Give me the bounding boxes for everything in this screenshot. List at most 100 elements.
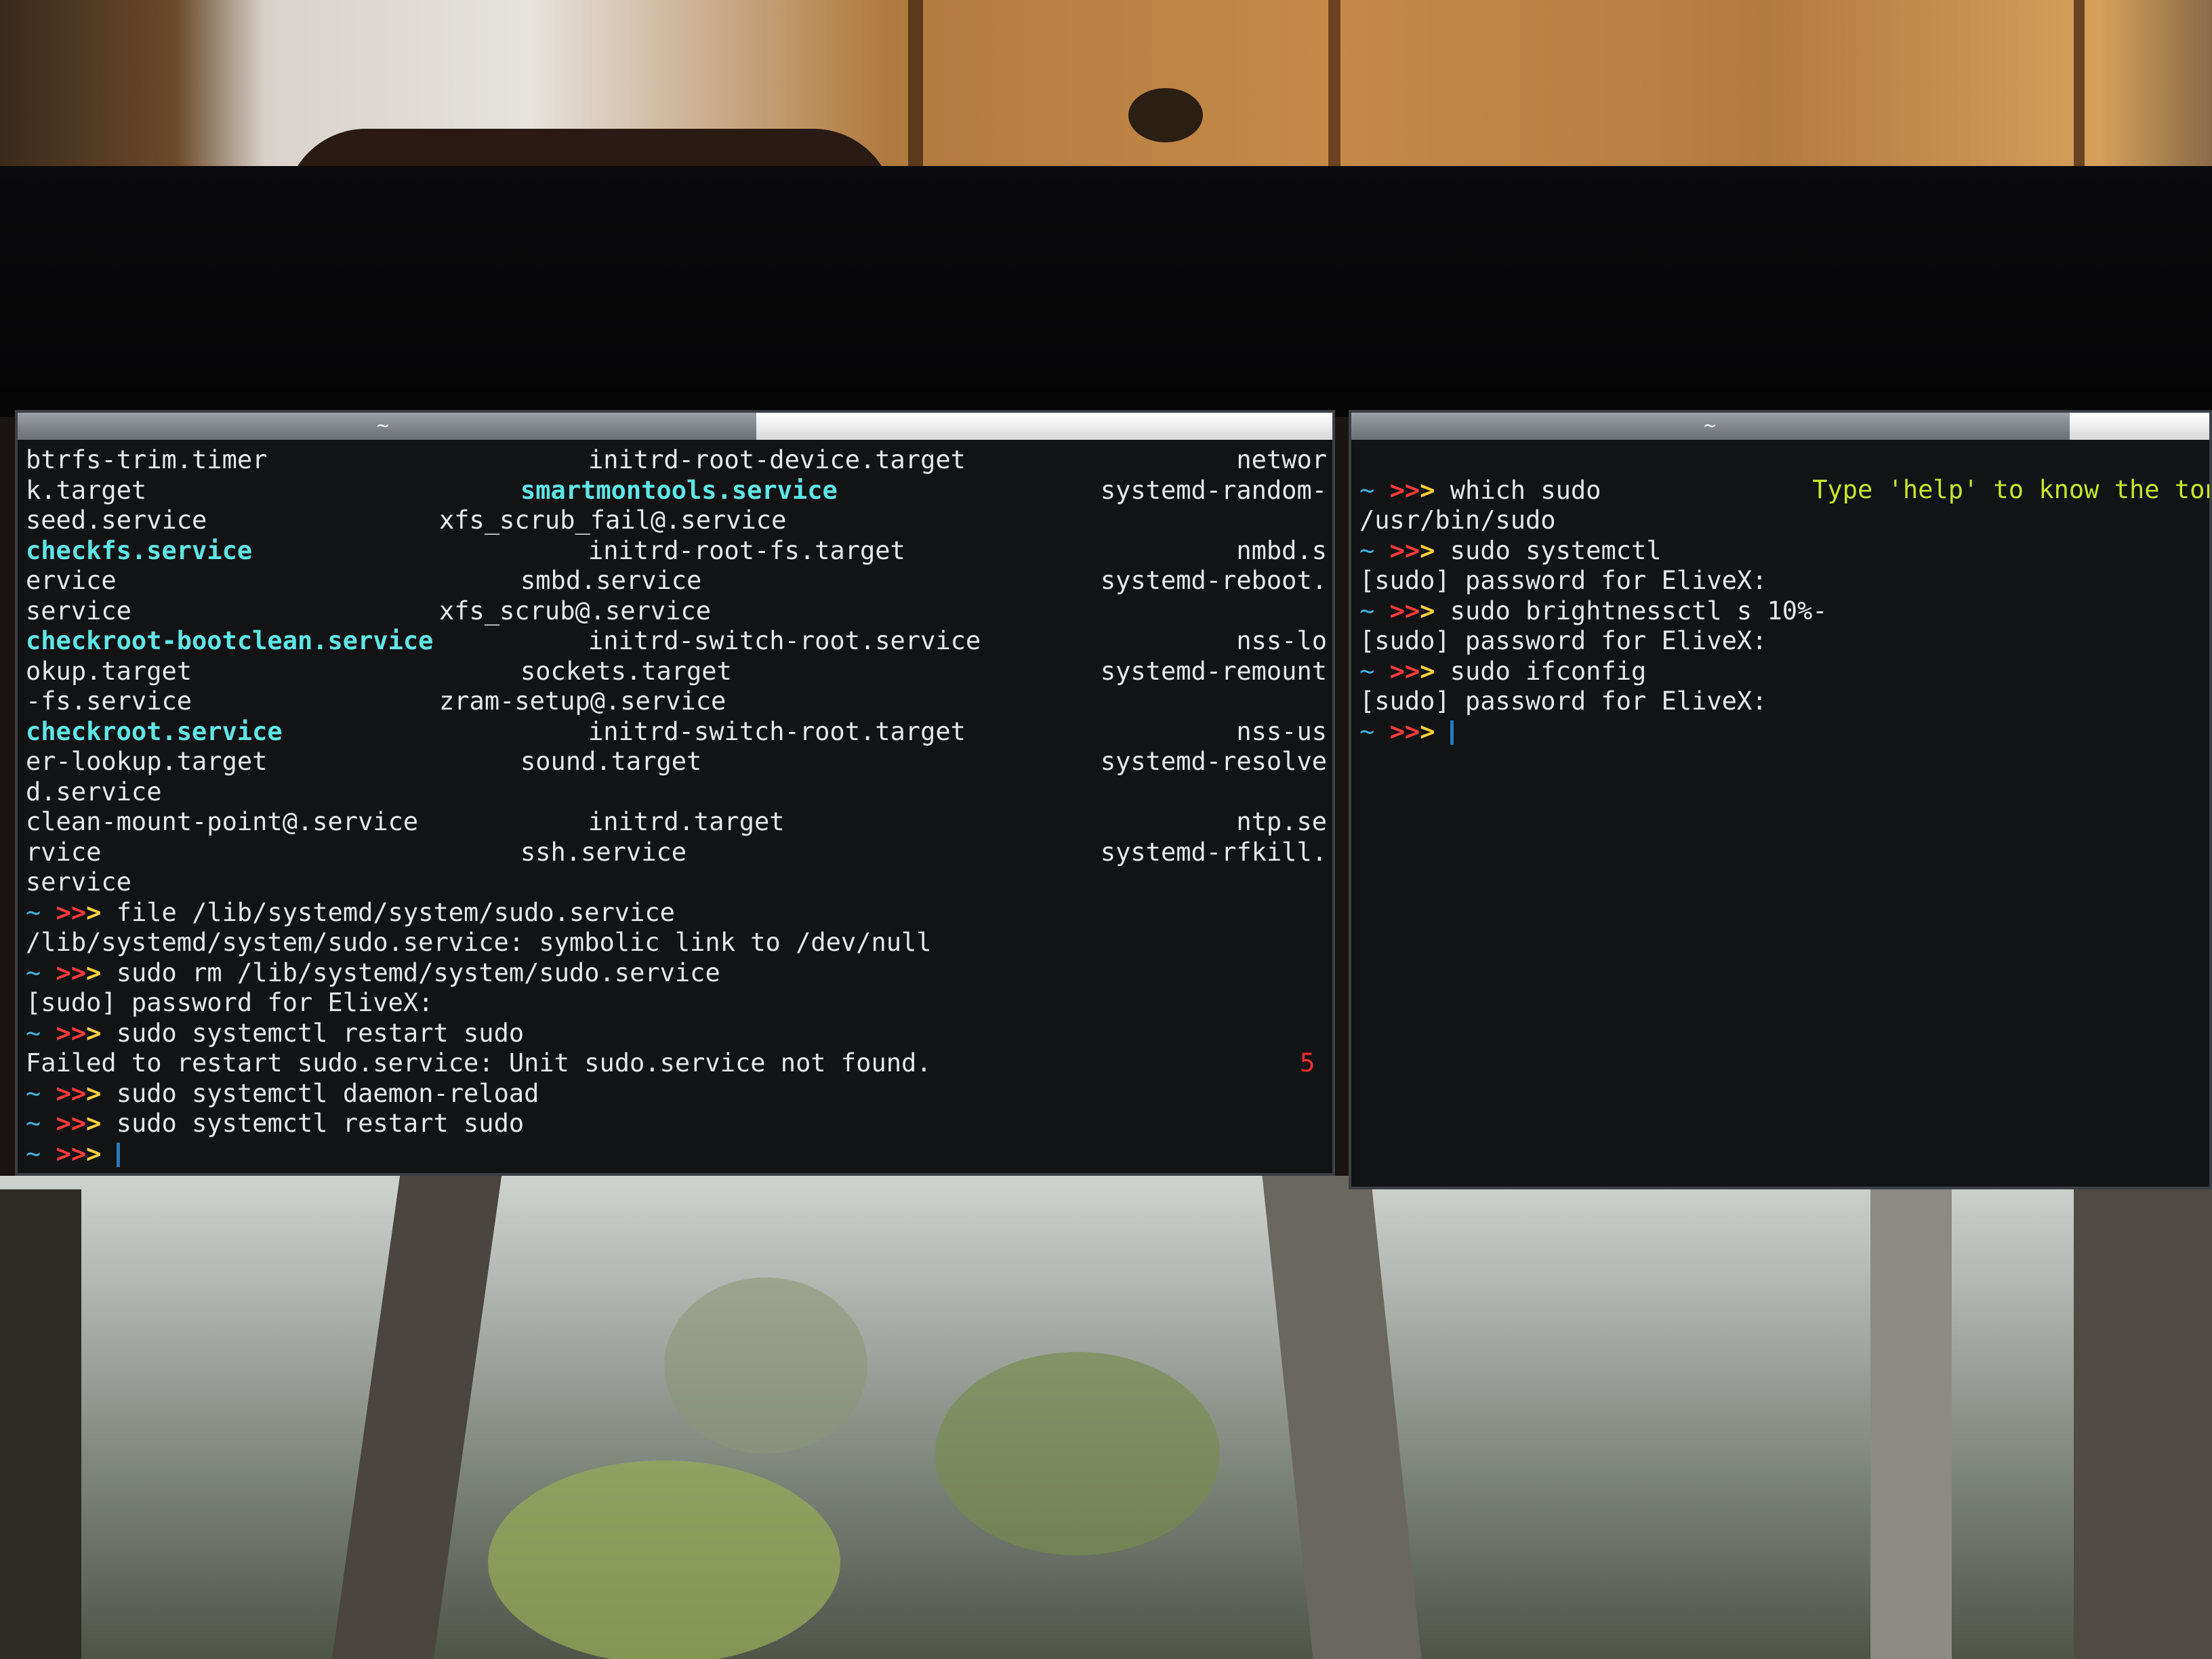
listing-col1: -fs.service	[26, 687, 192, 716]
listing-col3: systemd-random-	[1100, 475, 1327, 505]
listing-col3: nmbd.s	[1236, 535, 1327, 565]
prompt-line: ~ >>> sudo systemctl restart sudo	[26, 1109, 1327, 1139]
output-line: Failed to restart sudo.service: Unit sud…	[26, 1048, 1327, 1078]
prompt-arrows: >>	[56, 1109, 87, 1138]
listing-col2: initrd-root-device.target	[588, 445, 966, 474]
prompt-arrows: >>	[56, 1078, 87, 1108]
listing-row: service xfs_scrub@.service	[26, 596, 1327, 626]
listing-col1: d.service	[26, 777, 162, 806]
prompt-tilde: ~	[1359, 475, 1375, 505]
output-text: [sudo] password for EliveX:	[1359, 687, 1767, 716]
listing-col1: er-lookup.target	[26, 747, 268, 776]
prompt-line: ~ >>> sudo rm /lib/systemd/system/sudo.s…	[26, 958, 1327, 988]
prompt-arrows: >>	[56, 958, 87, 987]
right-terminal-output[interactable]: Type 'help' to know the ton of El ~ >>> …	[1359, 445, 2209, 1183]
output-text: Failed to restart sudo.service: Unit sud…	[26, 1048, 932, 1078]
text-cursor[interactable]	[116, 1143, 120, 1167]
prompt-arrow-last: >	[1420, 656, 1435, 686]
tree-trunk	[0, 1189, 81, 1659]
listing-col3: ntp.se	[1236, 807, 1327, 836]
prompt-line: ~ >>> sudo systemctl daemon-reload	[26, 1079, 1327, 1109]
left-tab-highlight[interactable]	[756, 413, 1332, 440]
listing-row: k.target smartmontools.service systemd-ran…	[26, 476, 1327, 506]
listing-col3: nss-lo	[1236, 626, 1327, 655]
prompt-tilde: ~	[26, 1109, 41, 1138]
exit-status-code: 5	[1300, 1048, 1315, 1078]
output-text: [sudo] password for EliveX:	[1359, 566, 1767, 595]
listing-col1: btrfs-trim.timer	[26, 445, 268, 474]
tree-trunk	[1870, 1176, 1952, 1659]
command-text: which sudo	[1450, 475, 1601, 505]
left-terminal-window[interactable]: ~ btrfs-trim.timer initrd-root-device.tar…	[15, 410, 1335, 1176]
prompt-arrow-last: >	[86, 1078, 102, 1108]
listing-col3: systemd-remount	[1100, 656, 1327, 686]
prompt-tilde: ~	[1359, 535, 1375, 565]
prompt-arrow-last: >	[1420, 475, 1435, 505]
listing-col2: initrd-switch-root.service	[588, 626, 981, 655]
listing-col1: seed.service	[26, 506, 207, 535]
right-tab-label: ~	[1704, 414, 1717, 438]
prompt-line: ~ >>>	[26, 1139, 1327, 1169]
prompt-arrow-last: >	[1420, 596, 1435, 626]
command-text: file /lib/systemd/system/sudo.service	[116, 897, 675, 927]
prompt-tilde: ~	[1359, 596, 1375, 626]
listing-row: seed.service xfs_scrub_fail@.service	[26, 506, 1327, 535]
monitor-bezel	[0, 166, 2212, 417]
right-terminal-window[interactable]: ~ Type 'help' to know the ton of El ~ >>…	[1349, 410, 2212, 1189]
prompt-line: ~ >>> sudo ifconfig	[1359, 657, 1646, 687]
listing-row: checkroot.service initrd-switch-root.targ…	[26, 717, 1327, 747]
prompt-arrows: >>	[1389, 596, 1420, 626]
left-terminal-output[interactable]: btrfs-trim.timer initrd-root-device.targe…	[26, 445, 1327, 1169]
listing-col1: checkroot-bootclean.service	[26, 626, 434, 655]
listing-col2: initrd.target	[588, 807, 785, 836]
prompt-tilde: ~	[1359, 716, 1375, 746]
right-tab-highlight[interactable]	[2070, 413, 2209, 440]
prompt-tilde: ~	[26, 958, 41, 987]
prompt-arrow-last: >	[86, 1109, 102, 1138]
left-terminal-tabbar: ~	[18, 413, 1332, 440]
listing-col1: ervice	[26, 566, 117, 595]
text-cursor[interactable]	[1450, 720, 1454, 745]
prompt-arrows: >>	[1389, 475, 1420, 505]
listing-col1: checkfs.service	[26, 535, 253, 565]
command-text: sudo systemctl restart sudo	[116, 1018, 525, 1048]
help-banner: Type 'help' to know the ton of El	[1692, 445, 2209, 504]
prompt-arrow-last: >	[1420, 535, 1435, 565]
output-line: [sudo] password for EliveX:	[1359, 687, 1767, 716]
help-banner-text: Type 'help' to know the ton of El	[1812, 475, 2209, 504]
output-text: /lib/systemd/system/sudo.service: symbol…	[26, 928, 932, 957]
output-text: [sudo] password for EliveX:	[1359, 626, 1767, 655]
prompt-line: ~ >>> which sudo	[1359, 476, 1601, 506]
output-line: /usr/bin/sudo	[1359, 506, 1556, 535]
prompt-arrows: >>	[1389, 535, 1420, 565]
prompt-tilde: ~	[26, 1078, 41, 1108]
output-line: /lib/systemd/system/sudo.service: symbol…	[26, 928, 1327, 958]
listing-col1: service	[26, 867, 131, 897]
command-text: sudo rm /lib/systemd/system/sudo.service	[116, 958, 720, 987]
tree-trunk	[331, 1176, 502, 1659]
desktop-wallpaper	[0, 1176, 2212, 1659]
listing-col2: smbd.service	[520, 566, 702, 595]
listing-col1: okup.target	[26, 656, 192, 686]
prompt-arrow-last: >	[86, 1018, 102, 1048]
command-text: sudo brightnessctl s 10%-	[1450, 596, 1828, 626]
prompt-arrows: >>	[56, 1139, 87, 1168]
listing-row: okup.target sockets.target systemd-remount	[26, 657, 1327, 687]
prompt-arrows: >>	[56, 1018, 87, 1048]
prompt-tilde: ~	[26, 897, 41, 927]
prompt-line: ~ >>>	[1359, 717, 1454, 747]
output-line: [sudo] password for EliveX:	[1359, 566, 1767, 596]
prompt-arrow-last: >	[1420, 716, 1435, 746]
command-text: sudo ifconfig	[1450, 656, 1647, 686]
listing-row: -fs.service zram-setup@.service	[26, 687, 1327, 716]
output-line: [sudo] password for EliveX:	[1359, 626, 1767, 656]
listing-row: btrfs-trim.timer initrd-root-device.targe…	[26, 445, 1327, 475]
foliage	[935, 1352, 1220, 1555]
listing-col2: ssh.service	[520, 837, 687, 867]
listing-col3: systemd-reboot.	[1100, 566, 1327, 595]
listing-col2: xfs_scrub_fail@.service	[439, 506, 787, 535]
listing-col2: initrd-switch-root.target	[588, 716, 966, 746]
prompt-line: ~ >>> sudo systemctl restart sudo	[26, 1019, 1327, 1048]
prompt-arrow-last: >	[86, 897, 102, 927]
prompt-tilde: ~	[1359, 656, 1375, 686]
